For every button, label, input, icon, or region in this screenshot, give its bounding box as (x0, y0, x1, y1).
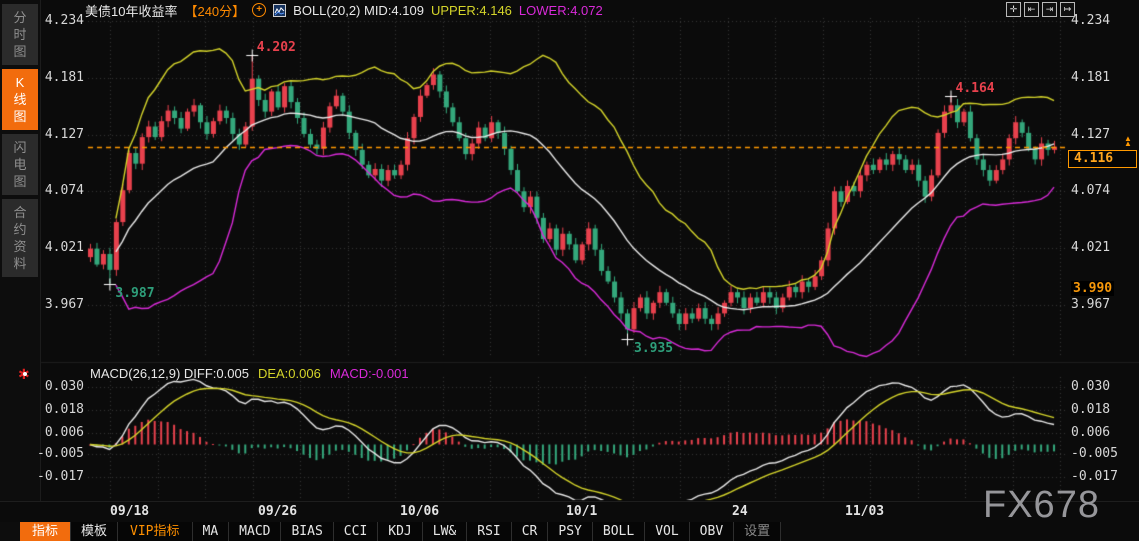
macd-axis-label-right: 0.006 (1071, 425, 1110, 440)
toolbar-item-模板[interactable]: 模板 (71, 522, 118, 541)
toolbar-item-KDJ[interactable]: KDJ (378, 522, 422, 541)
indicator-toolbar: 指标模板VIP指标MAMACDBIASCCIKDJLW&RSICRPSYBOLL… (20, 522, 781, 541)
toolbar-item-VOL[interactable]: VOL (645, 522, 689, 541)
macd-diff-readout: MACD(26,12,9) DIFF:0.005 (90, 366, 249, 381)
macd-axis-label-left: -0.005 (0, 446, 84, 461)
macd-dea-readout: DEA:0.006 (258, 366, 321, 381)
macd-axis-label-left: -0.017 (0, 469, 84, 484)
date-label: 10/1 (566, 504, 597, 519)
price-axis-label-left: 4.074 (0, 183, 84, 198)
macd-axis-label-right: 0.018 (1071, 402, 1110, 417)
toolbar-item-LW&[interactable]: LW& (423, 522, 467, 541)
trading-app-window: 分时图K线图闪电图合约资料 美债10年收益率 【240分】 + BOLL(20,… (0, 0, 1139, 541)
toolbar-item-OBV[interactable]: OBV (690, 522, 734, 541)
date-label: 09/26 (258, 504, 297, 519)
last-price-marker: 4.116 (1068, 150, 1137, 168)
macd-bar-readout: MACD:-0.001 (330, 366, 409, 381)
sidebar-item-contract-info[interactable]: 合约资料 (2, 199, 38, 277)
price-up-arrow-icon: ▲ (1124, 139, 1132, 148)
macd-header: MACD(26,12,9) DIFF:0.005 DEA:0.006 MACD:… (90, 366, 409, 381)
price-axis-label-left: 3.967 (0, 297, 84, 312)
date-label: 11/03 (845, 504, 884, 519)
boll-upper-readout: UPPER:4.146 (431, 3, 512, 18)
boll-mid-readout: BOLL(20,2) MID:4.109 (293, 3, 424, 18)
period-tag[interactable]: 【240分】 (184, 1, 245, 20)
scale-left-icon[interactable]: ⇤ (1024, 2, 1039, 17)
toolbar-item-PSY[interactable]: PSY (548, 522, 592, 541)
chart-tool-icons: ✛⇤⇥↦ (1006, 2, 1075, 17)
price-axis-label-left: 4.127 (0, 127, 84, 142)
date-label: 09/18 (110, 504, 149, 519)
macd-axis-label-right: -0.017 (1071, 469, 1118, 484)
settle-price-marker: 3.990 (1071, 281, 1114, 296)
macd-axis-label-right: 0.030 (1071, 379, 1110, 394)
price-axis-label-left: 4.181 (0, 70, 84, 85)
low-annotation: 3.987 (115, 286, 154, 301)
macd-axis-label-left: 0.030 (0, 379, 84, 394)
price-axis-label-right: 4.074 (1071, 183, 1110, 198)
toolbar-item-MACD[interactable]: MACD (229, 522, 281, 541)
instrument-title: 美债10年收益率 (85, 1, 177, 20)
toolbar-item-MA[interactable]: MA (193, 522, 230, 541)
macd-axis-label-left: 0.018 (0, 402, 84, 417)
macd-axis-label-left: 0.006 (0, 425, 84, 440)
price-axis-label-right: 4.234 (1071, 13, 1110, 28)
toolbar-item-设置[interactable]: 设置 (734, 522, 781, 541)
toolbar-item-BIAS[interactable]: BIAS (281, 522, 333, 541)
price-axis-label-right: 4.021 (1071, 240, 1110, 255)
price-axis-label-left: 4.021 (0, 240, 84, 255)
pan-latest-icon[interactable]: ↦ (1060, 2, 1075, 17)
recent-high-annotation: 4.164 (956, 81, 995, 96)
chart-header: 美债10年收益率 【240分】 + BOLL(20,2) MID:4.109 U… (85, 2, 603, 18)
price-axis-label-left: 4.234 (0, 13, 84, 28)
boll-lower-readout: LOWER:4.072 (519, 3, 603, 18)
toolbar-item-BOLL[interactable]: BOLL (593, 522, 645, 541)
toolbar-item-RSI[interactable]: RSI (467, 522, 511, 541)
toolbar-item-指标[interactable]: 指标 (20, 522, 71, 541)
price-axis-label-right: 3.967 (1071, 297, 1110, 312)
date-label: 10/06 (400, 504, 439, 519)
mini-chart-icon (273, 4, 286, 17)
indicator-burst-icon[interactable]: ✱ (18, 366, 30, 383)
price-axis-label-right: 4.181 (1071, 70, 1110, 85)
price-axis-label-right: 4.127 (1071, 127, 1110, 142)
toolbar-item-CCI[interactable]: CCI (334, 522, 378, 541)
toolbar-item-VIP指标[interactable]: VIP指标 (118, 522, 192, 541)
toolbar-item-CR[interactable]: CR (512, 522, 549, 541)
date-label: 24 (732, 504, 748, 519)
macd-axis-label-right: -0.005 (1071, 446, 1118, 461)
lowest-annotation: 3.935 (634, 341, 673, 356)
scale-right-icon[interactable]: ⇥ (1042, 2, 1057, 17)
crosshair-icon[interactable]: ✛ (1006, 2, 1021, 17)
high-annotation: 4.202 (257, 40, 296, 55)
add-indicator-icon[interactable]: + (252, 3, 266, 17)
